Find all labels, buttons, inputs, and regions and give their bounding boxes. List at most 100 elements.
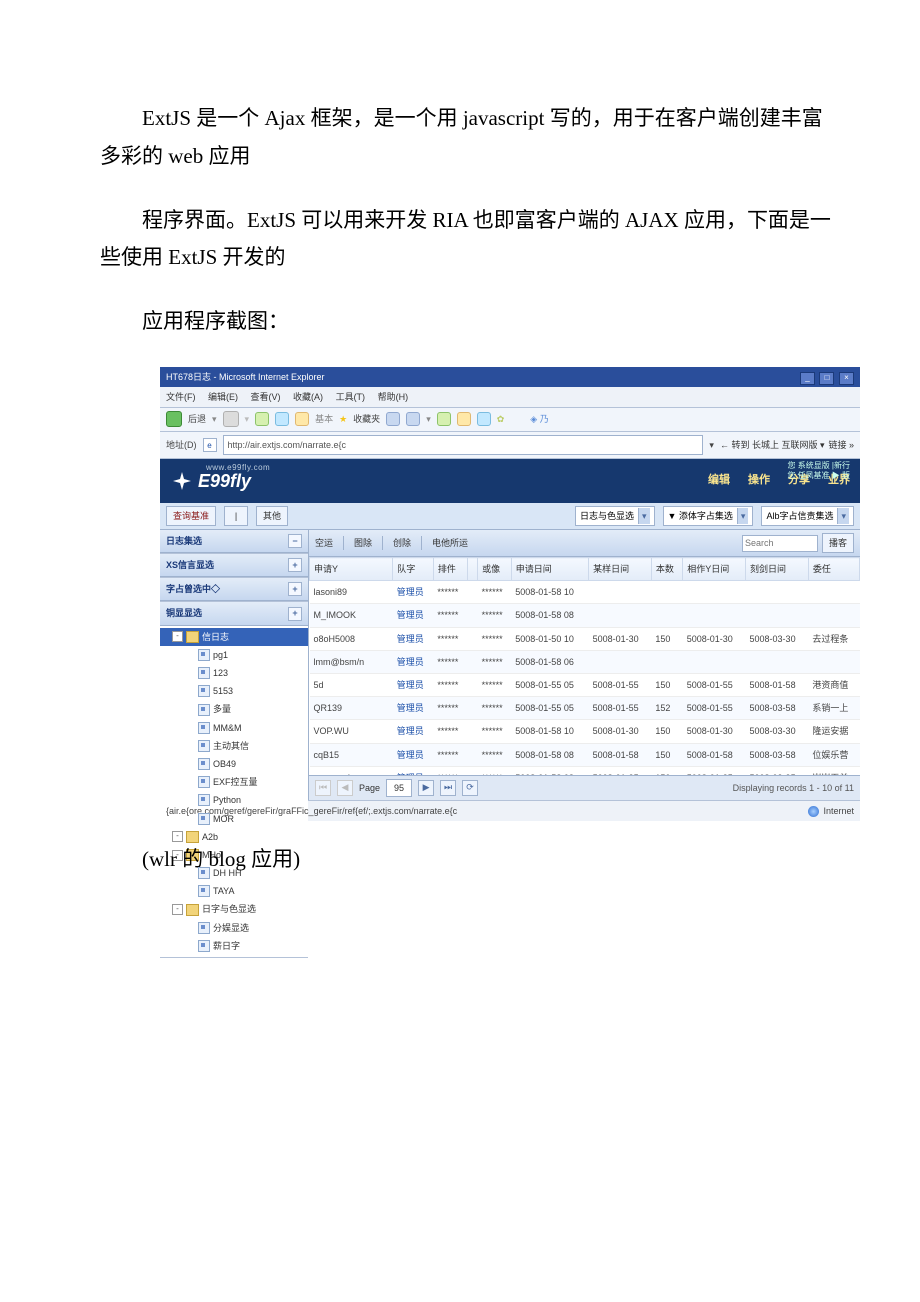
pager-refresh-icon[interactable]: ⟳ — [462, 780, 478, 796]
tree-node[interactable]: -信日志 — [160, 628, 308, 646]
tree-node[interactable]: 多量 — [160, 700, 308, 718]
filter-combo-2[interactable]: ▼ 添体字占集选▾ — [663, 506, 754, 526]
forward-button-icon[interactable] — [223, 411, 239, 427]
table-row[interactable]: lasoni89管理员************5008-01-58 10 — [310, 581, 860, 604]
tree-node[interactable]: 薪日字 — [160, 937, 308, 955]
nav-item-2[interactable]: 操作 — [748, 471, 770, 491]
cell-link[interactable]: 管理员 — [397, 750, 424, 760]
column-header[interactable]: 某样日间 — [589, 558, 652, 581]
ie-menubar[interactable]: 文件(F) 编辑(E) 查看(V) 收藏(A) 工具(T) 帮助(H) — [160, 387, 860, 408]
tree-node[interactable]: EXF控互量 — [160, 773, 308, 791]
expand-icon[interactable]: + — [288, 558, 302, 572]
tree-node[interactable]: OB49 — [160, 755, 308, 773]
tool-icon-1[interactable] — [406, 412, 420, 426]
menu-view[interactable]: 查看(V) — [251, 392, 281, 402]
pager-page-input[interactable]: 95 — [386, 779, 412, 797]
table-row[interactable]: M_IMOOK管理员************5008-01-58 08 — [310, 604, 860, 627]
tree-node[interactable]: MM&M — [160, 719, 308, 737]
column-header[interactable]: 申请Y — [310, 558, 393, 581]
address-dropdown-icon[interactable]: ▾ — [709, 437, 714, 453]
table-row[interactable]: lmm@bsm/n管理员************5008-01-58 06 — [310, 650, 860, 673]
cell-link[interactable]: 管理员 — [397, 680, 424, 690]
cell-link[interactable]: 管理员 — [397, 726, 424, 736]
tree-node[interactable]: pg1 — [160, 646, 308, 664]
tree-node[interactable]: 主动其信 — [160, 737, 308, 755]
maximize-button[interactable]: □ — [819, 372, 834, 385]
sidebar-panel-4-header[interactable]: 铜显显选+ — [160, 602, 308, 625]
sidebar-tree[interactable]: -信日志pg11235153多量MM&M主动其信OB49EXF控互量Python… — [160, 626, 308, 957]
column-header[interactable]: 申请日间 — [511, 558, 588, 581]
cell-link[interactable]: 管理员 — [397, 610, 424, 620]
tool-icon-4[interactable] — [477, 412, 491, 426]
filter-bar[interactable]: 查询基准 | 其他 日志与色显选▾ ▼ 添体字占集选▾ Alb字占信责集选▾ — [160, 503, 860, 530]
window-buttons[interactable]: _ □ × — [798, 369, 854, 385]
ie-toolbar[interactable]: 后退 ▾ ▾ 基本 ★ 收藏夹 ▾ ✿ ◈ 乃 — [160, 408, 860, 431]
menu-edit[interactable]: 编辑(E) — [208, 392, 238, 402]
banner-right-links[interactable]: 您 系统显版 |新行 您 任凤基准 ▶ 版 — [787, 461, 850, 482]
menu-file[interactable]: 文件(F) — [166, 392, 196, 402]
tree-expand-icon[interactable]: - — [172, 904, 183, 915]
filter-button-query[interactable]: 查询基准 — [166, 506, 216, 526]
expand-icon[interactable]: + — [288, 582, 302, 596]
tool-icon-3[interactable] — [457, 412, 471, 426]
stop-icon[interactable] — [255, 412, 269, 426]
back-button-label[interactable]: 后退 — [188, 411, 206, 427]
tool-icon-2[interactable] — [437, 412, 451, 426]
back-button-icon[interactable] — [166, 411, 182, 427]
close-button[interactable]: × — [839, 372, 854, 385]
cell-link[interactable]: 管理员 — [397, 587, 424, 597]
table-row[interactable]: cqB15管理员************5008-01-58 085008-01… — [310, 743, 860, 766]
cell-link[interactable]: 管理员 — [397, 634, 424, 644]
links-button[interactable]: 链接 » — [828, 437, 854, 453]
table-row[interactable]: 5d管理员************5008-01-55 055008-01-55… — [310, 674, 860, 697]
tree-node[interactable]: TAYA — [160, 882, 308, 900]
search-input[interactable] — [742, 535, 818, 552]
filter-combo-1[interactable]: 日志与色显选▾ — [575, 506, 655, 526]
pager-prev-icon[interactable]: ◀ — [337, 780, 353, 796]
sidebar-panel-3-header[interactable]: 字占曾选中◇+ — [160, 578, 308, 601]
column-header[interactable] — [467, 558, 477, 581]
column-header[interactable]: 队字 — [393, 558, 434, 581]
cell-link[interactable]: 管理员 — [397, 657, 424, 667]
table-row[interactable]: VOP.WU管理员************5008-01-58 105008-0… — [310, 720, 860, 743]
column-header[interactable]: 或像 — [478, 558, 512, 581]
sidebar[interactable]: 日志集选− XS信言显选+ 字占曾选中◇+ 铜显显选+ -信日志pg112351… — [160, 530, 309, 800]
minimize-button[interactable]: _ — [800, 372, 815, 385]
search-button[interactable]: 播客 — [822, 533, 854, 553]
ie-addressbar[interactable]: 地址(D) e http://air.extjs.com/narrate.e{c… — [160, 432, 860, 459]
grid-pager[interactable]: ⏮ ◀ Page 95 ▶ ⏭ ⟳ Displaying records 1 -… — [309, 775, 860, 800]
refresh-icon[interactable] — [275, 412, 289, 426]
address-input[interactable]: http://air.extjs.com/narrate.e{c — [223, 435, 704, 455]
table-row[interactable]: cumpoo4管理员************5008-01-58 085008-… — [310, 766, 860, 774]
tree-node[interactable]: -日字与色显选 — [160, 900, 308, 918]
filter-button-other[interactable]: 其他 — [256, 506, 288, 526]
column-header[interactable]: 相作Y日间 — [683, 558, 746, 581]
home-icon[interactable] — [295, 412, 309, 426]
sidebar-panel-1-header[interactable]: 日志集选− — [160, 530, 308, 553]
filter-combo-3[interactable]: Alb字占信责集选▾ — [761, 506, 854, 526]
expand-icon[interactable]: + — [288, 607, 302, 621]
tree-node[interactable]: 5153 — [160, 682, 308, 700]
tree-node[interactable]: 分娱显选 — [160, 919, 308, 937]
collapse-icon[interactable]: − — [288, 534, 302, 548]
sidebar-panel-2-header[interactable]: XS信言显选+ — [160, 554, 308, 577]
pager-last-icon[interactable]: ⏭ — [440, 780, 456, 796]
table-row[interactable]: QR139管理员************5008-01-55 055008-01… — [310, 697, 860, 720]
tb-btn-4[interactable]: 电他所运 — [432, 535, 468, 551]
nav-item-1[interactable]: 编辑 — [708, 471, 730, 491]
tree-node[interactable]: 123 — [160, 664, 308, 682]
grid-toolbar[interactable]: 空运 图除 创除 电他所运 播客 — [309, 530, 860, 557]
history-icon[interactable] — [386, 412, 400, 426]
tb-btn-3[interactable]: 创除 — [393, 535, 411, 551]
go-button[interactable]: ← 转到 长城上 互联网版 ▾ — [720, 437, 825, 453]
column-header[interactable]: 委任 — [808, 558, 859, 581]
column-header[interactable]: 刻剑日间 — [746, 558, 809, 581]
pager-next-icon[interactable]: ▶ — [418, 780, 434, 796]
table-row[interactable]: o8oH5008管理员************5008-01-50 105008… — [310, 627, 860, 650]
favorites-icon[interactable]: ★ — [339, 411, 347, 427]
data-grid[interactable]: 申请Y队字排件或像申请日间某样日间本数相作Y日间刻剑日间委任 lasoni89管… — [309, 557, 860, 775]
pager-first-icon[interactable]: ⏮ — [315, 780, 331, 796]
menu-tools[interactable]: 工具(T) — [336, 392, 366, 402]
tb-btn-2[interactable]: 图除 — [354, 535, 372, 551]
column-header[interactable]: 本数 — [651, 558, 682, 581]
